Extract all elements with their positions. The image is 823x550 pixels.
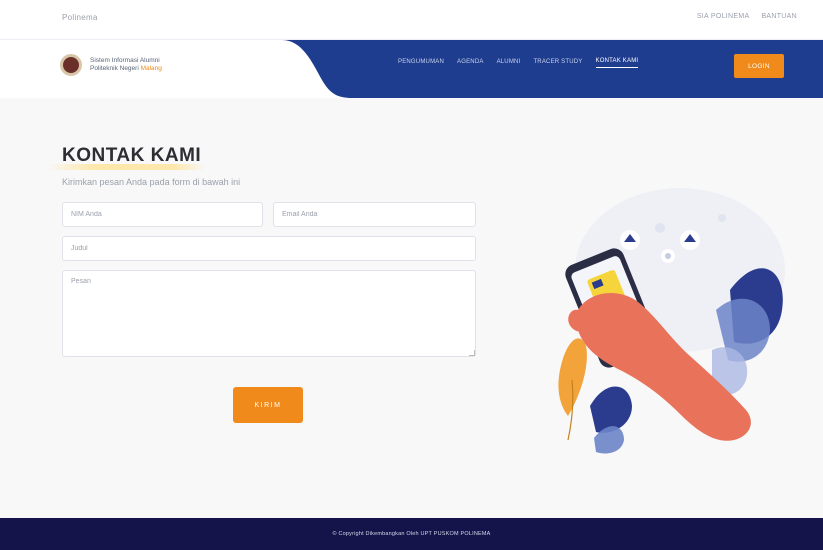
footer-copyright: © Copyright Dikembangkan Oleh UPT PUSKOM…: [332, 531, 491, 537]
nav-item-kontak-kami[interactable]: KONTAK KAMI: [595, 58, 639, 68]
email-field[interactable]: [273, 202, 476, 227]
brand[interactable]: Sistem Informasi Alumni Politeknik Neger…: [60, 54, 162, 76]
nav-item-pengumuman[interactable]: PENGUMUMAN: [398, 59, 444, 68]
brand-line-2-prefix: Politeknik Negeri: [90, 65, 141, 72]
page-subtitle: Kirimkan pesan Anda pada form di bawah i…: [62, 177, 241, 187]
topbar-site-label: Polinema: [62, 13, 98, 22]
topbar-link-sia[interactable]: SIA POLINEMA: [697, 13, 750, 20]
top-utility-bar: Polinema SIA POLINEMA BANTUAN: [0, 0, 823, 40]
message-field[interactable]: [62, 270, 476, 357]
topbar-link-bantuan[interactable]: BANTUAN: [761, 13, 797, 20]
page-title: KONTAK KAMI: [62, 145, 202, 166]
nav-item-tracer-study[interactable]: TRACER STUDY: [533, 59, 582, 68]
nav-menu: PENGUMUMAN AGENDA ALUMNI TRACER STUDY KO…: [398, 58, 639, 68]
submit-button[interactable]: KIRIM: [233, 387, 303, 423]
login-button[interactable]: LOGIN: [734, 54, 784, 78]
nav-item-alumni[interactable]: ALUMNI: [497, 59, 521, 68]
textarea-resize-grip[interactable]: [469, 350, 475, 356]
brand-line-2-accent: Malang: [140, 65, 162, 72]
polinema-logo-icon: [60, 54, 82, 76]
subject-field[interactable]: [62, 236, 476, 261]
contact-illustration: [558, 188, 785, 454]
main-navbar: Sistem Informasi Alumni Politeknik Neger…: [0, 40, 823, 98]
brand-line-1: Sistem Informasi Alumni: [90, 57, 160, 64]
nav-item-agenda[interactable]: AGENDA: [457, 59, 484, 68]
brand-text: Sistem Informasi Alumni Politeknik Neger…: [90, 57, 162, 73]
footer: © Copyright Dikembangkan Oleh UPT PUSKOM…: [0, 518, 823, 550]
brand-line-2: Politeknik Negeri Malang: [90, 65, 162, 73]
name-field[interactable]: [62, 202, 263, 227]
topbar-links: SIA POLINEMA BANTUAN: [697, 13, 797, 20]
